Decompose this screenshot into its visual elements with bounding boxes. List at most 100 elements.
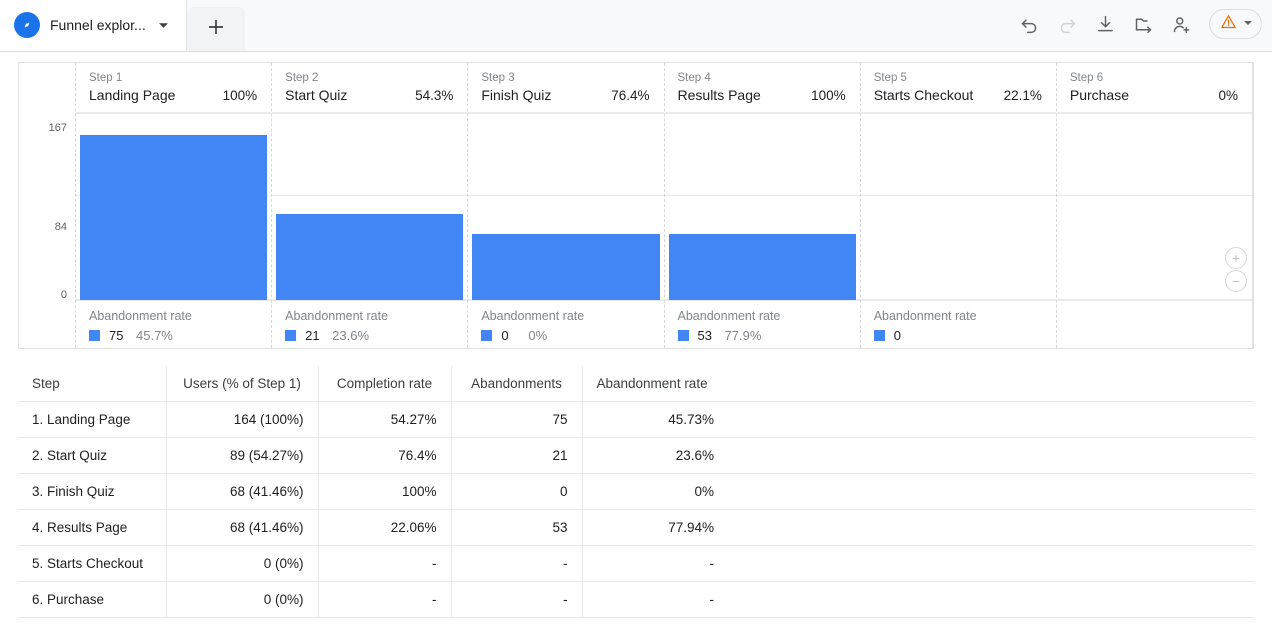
funnel-step-header: Step 4 Results Page 100%	[664, 63, 860, 113]
new-tab-button[interactable]	[186, 7, 245, 51]
table-row[interactable]: 6. Purchase 0 (0%) - - -	[18, 581, 1254, 618]
export-button[interactable]	[1127, 8, 1159, 40]
abandonment-rate-label: Abandonment rate	[285, 309, 389, 323]
funnel-step-plot	[76, 113, 272, 300]
warning-status-chip[interactable]	[1209, 9, 1262, 39]
abandonment-count: 53	[697, 328, 712, 343]
cell-step: 1. Landing Page	[18, 401, 167, 438]
funnel-step-header: Step 5 Starts Checkout 22.1%	[860, 63, 1056, 113]
abandonment-rate-label: Abandonment rate	[677, 309, 781, 323]
cell-completion-rate: 76.4%	[318, 437, 452, 474]
plus-icon	[206, 17, 226, 42]
undo-button[interactable]	[1013, 8, 1045, 40]
abandonment-count: 21	[305, 328, 320, 343]
cell-step: 2. Start Quiz	[18, 437, 167, 474]
funnel-chart: 167 84 0 Step 1 Landing Page 100% Abando…	[18, 62, 1254, 349]
legend-swatch-icon	[89, 330, 100, 341]
funnel-bar[interactable]	[668, 234, 856, 300]
funnel-step-6[interactable]: Step 6 Purchase 0%	[1055, 63, 1254, 348]
table-row[interactable]: 3. Finish Quiz 68 (41.46%) 100% 0 0%	[18, 473, 1254, 510]
step-percent: 0%	[1218, 88, 1239, 103]
step-name: Landing Page	[89, 87, 176, 103]
abandonment-rate-label: Abandonment rate	[89, 309, 192, 323]
step-percent: 22.1%	[1003, 88, 1042, 103]
funnel-bar[interactable]	[472, 234, 660, 300]
step-name: Start Quiz	[285, 87, 348, 103]
warning-triangle-icon	[1220, 13, 1237, 35]
y-tick-max: 167	[48, 122, 67, 134]
cell-abandonments: 53	[451, 509, 583, 546]
table-row[interactable]: 2. Start Quiz 89 (54.27%) 76.4% 21 23.6%	[18, 437, 1254, 474]
cell-completion-rate: -	[318, 581, 452, 618]
funnel-step-plot	[1056, 113, 1253, 300]
step-index-label: Step 1	[89, 72, 123, 84]
cell-users: 68 (41.46%)	[166, 473, 319, 510]
funnel-step-header: Step 1 Landing Page 100%	[76, 63, 272, 113]
cell-completion-rate: -	[318, 545, 452, 582]
share-button[interactable]	[1165, 8, 1197, 40]
column-header-abandonment-rate[interactable]: Abandonment rate	[582, 366, 1254, 402]
step-name: Starts Checkout	[873, 87, 974, 103]
cell-step: 5. Starts Checkout	[18, 545, 167, 582]
funnel-step-footer: Abandonment rate 0 0%	[468, 300, 664, 348]
cell-abandonments: -	[451, 545, 583, 582]
cell-abandonments: 75	[451, 401, 583, 438]
zoom-in-button[interactable]: +	[1225, 247, 1247, 269]
redo-button[interactable]	[1051, 8, 1083, 40]
chevron-down-icon[interactable]	[156, 17, 172, 33]
abandonment-percent: 77.9%	[724, 328, 762, 343]
abandonment-count: 75	[109, 328, 124, 343]
zoom-out-button[interactable]: −	[1225, 270, 1247, 292]
cell-abandonment-rate: 77.94%	[582, 509, 1254, 546]
funnel-bar[interactable]	[80, 135, 268, 300]
step-name: Finish Quiz	[481, 87, 552, 103]
abandonment-percent: 45.7%	[136, 328, 173, 343]
cell-abandonments: 0	[451, 473, 583, 510]
step-percent: 100%	[222, 88, 258, 103]
funnel-step-footer: Abandonment rate 53 77.9%	[664, 300, 860, 348]
funnel-step-2[interactable]: Step 2 Start Quiz 54.3% Abandonment rate…	[271, 63, 468, 348]
tab-funnel-exploration[interactable]: Funnel explor...	[0, 0, 187, 51]
download-button[interactable]	[1089, 8, 1121, 40]
legend-swatch-icon	[873, 330, 885, 341]
funnel-step-1[interactable]: Step 1 Landing Page 100% Abandonment rat…	[75, 63, 272, 348]
tab-title: Funnel explor...	[50, 17, 146, 33]
funnel-step-plot	[664, 113, 860, 300]
funnel-step-3[interactable]: Step 3 Finish Quiz 76.4% Abandonment rat…	[467, 63, 664, 348]
legend-swatch-icon	[285, 330, 297, 341]
funnel-step-plot	[272, 113, 468, 300]
table-row[interactable]: 4. Results Page 68 (41.46%) 22.06% 53 77…	[18, 509, 1254, 546]
cell-users: 68 (41.46%)	[166, 509, 319, 546]
funnel-step-4[interactable]: Step 4 Results Page 100% Abandonment rat…	[663, 63, 860, 348]
column-header-step[interactable]: Step	[18, 366, 167, 402]
cell-users: 0 (0%)	[166, 545, 319, 582]
abandonment-count: 0	[501, 328, 509, 343]
cell-abandonment-rate: -	[582, 545, 1254, 582]
funnel-step-5[interactable]: Step 5 Starts Checkout 22.1% Abandonment…	[859, 63, 1056, 348]
step-name: Purchase	[1069, 87, 1130, 103]
cell-abandonment-rate: 0%	[582, 473, 1254, 510]
table-row[interactable]: 1. Landing Page 164 (100%) 54.27% 75 45.…	[18, 401, 1254, 438]
funnel-columns: Step 1 Landing Page 100% Abandonment rat…	[75, 63, 1254, 348]
funnel-step-header: Step 2 Start Quiz 54.3%	[272, 63, 468, 113]
column-header-abandonments[interactable]: Abandonments	[451, 366, 583, 402]
step-percent: 54.3%	[415, 88, 454, 103]
abandonment-count: 0	[893, 328, 901, 343]
abandonment-percent: 23.6%	[332, 328, 370, 343]
cell-abandonment-rate: 23.6%	[582, 437, 1254, 474]
funnel-step-footer: Abandonment rate 75 45.7%	[76, 300, 272, 348]
table-header-row: Step Users (% of Step 1) Completion rate…	[18, 366, 1254, 402]
funnel-step-footer: Abandonment rate 21 23.6%	[272, 300, 468, 348]
column-header-users[interactable]: Users (% of Step 1)	[166, 366, 319, 402]
legend-swatch-icon	[481, 330, 493, 341]
table-row[interactable]: 5. Starts Checkout 0 (0%) - - -	[18, 545, 1254, 582]
ga-compass-icon	[14, 12, 40, 38]
funnel-data-table: Step Users (% of Step 1) Completion rate…	[18, 366, 1254, 618]
step-index-label: Step 6	[1069, 72, 1104, 84]
step-index-label: Step 5	[873, 72, 907, 84]
step-percent: 76.4%	[611, 88, 650, 103]
column-header-completion-rate[interactable]: Completion rate	[318, 366, 452, 402]
funnel-bar[interactable]	[276, 214, 464, 300]
abandonment-percent: 0%	[528, 328, 548, 343]
funnel-step-header: Step 3 Finish Quiz 76.4%	[468, 63, 664, 113]
